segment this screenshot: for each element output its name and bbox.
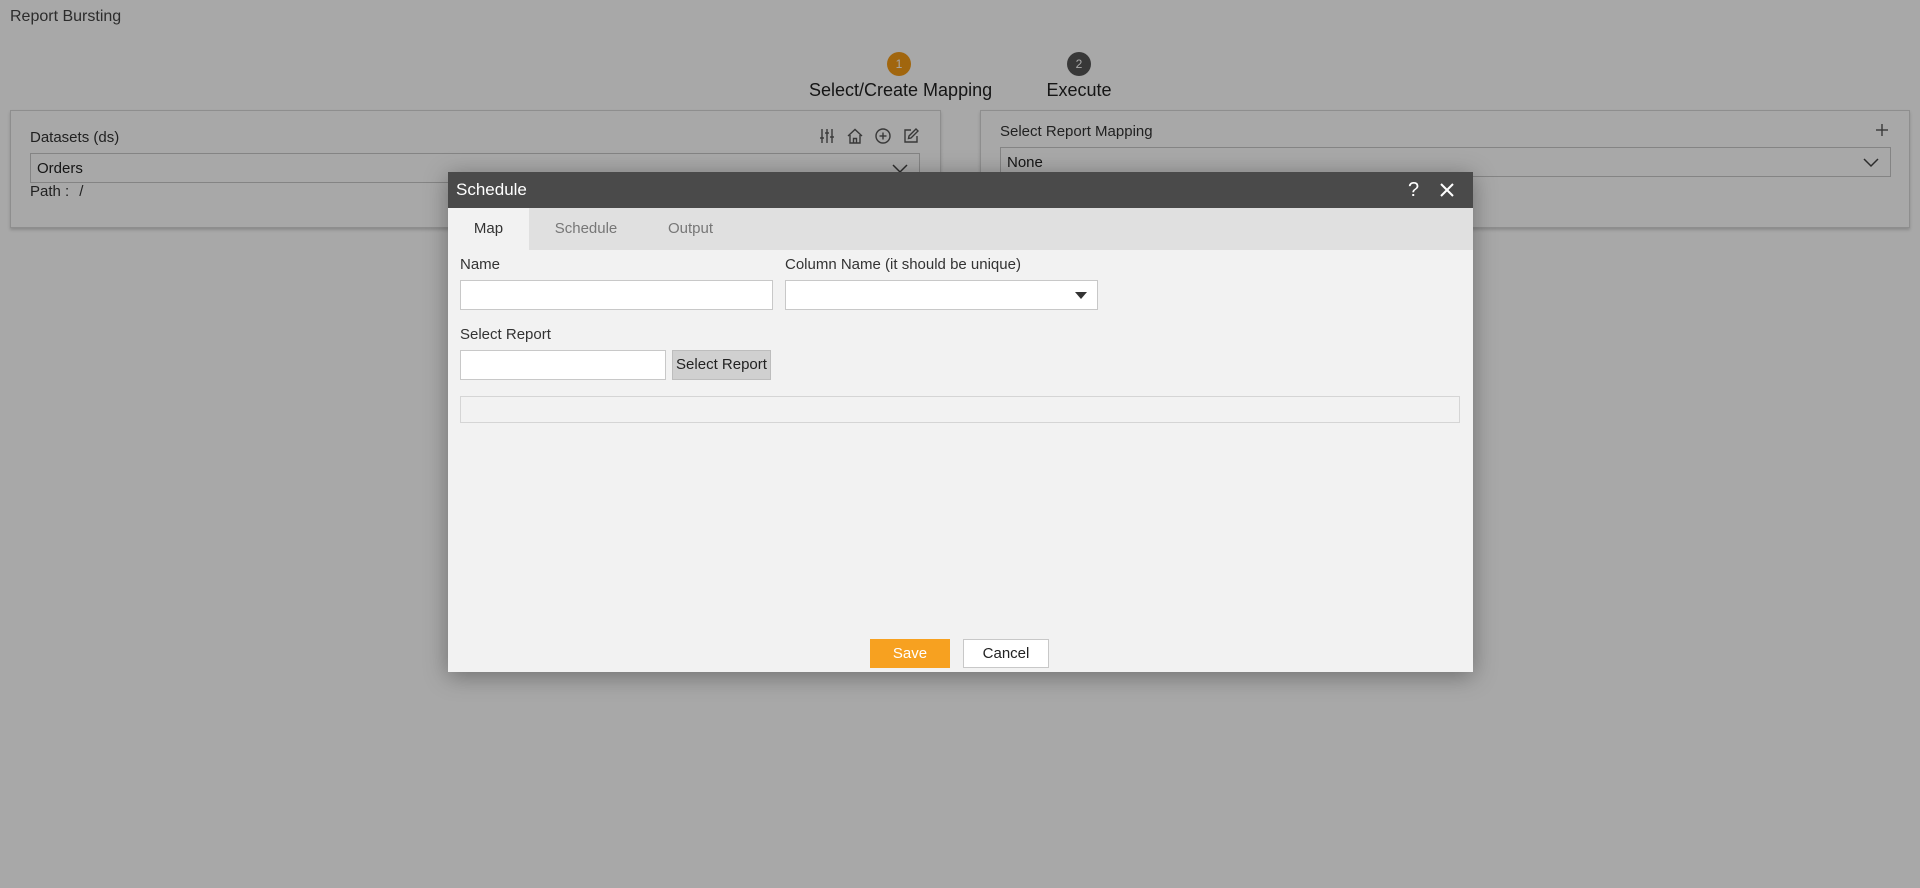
dialog-tabs: Map Schedule Output xyxy=(448,208,1473,250)
dialog-title: Schedule xyxy=(456,180,527,199)
cancel-button[interactable]: Cancel xyxy=(963,639,1049,668)
caret-down-icon xyxy=(1075,292,1087,299)
help-icon[interactable]: ? xyxy=(1408,179,1419,202)
select-report-input[interactable] xyxy=(460,350,666,380)
tab-output[interactable]: Output xyxy=(643,208,738,250)
column-name-label: Column Name (it should be unique) xyxy=(785,256,1021,273)
close-icon[interactable] xyxy=(1438,181,1456,199)
tab-map[interactable]: Map xyxy=(448,208,529,250)
name-label: Name xyxy=(460,256,501,273)
dialog-header: Schedule ? xyxy=(448,172,1473,208)
schedule-dialog: Schedule ? Map Schedule Output Name Colu… xyxy=(448,172,1473,672)
message-strip xyxy=(460,396,1460,423)
select-report-button[interactable]: Select Report xyxy=(672,350,771,380)
name-input[interactable] xyxy=(460,280,773,310)
tab-schedule[interactable]: Schedule xyxy=(529,208,643,250)
select-report-label: Select Report xyxy=(460,326,551,343)
save-button[interactable]: Save xyxy=(870,639,950,668)
column-name-select[interactable] xyxy=(785,280,1098,310)
